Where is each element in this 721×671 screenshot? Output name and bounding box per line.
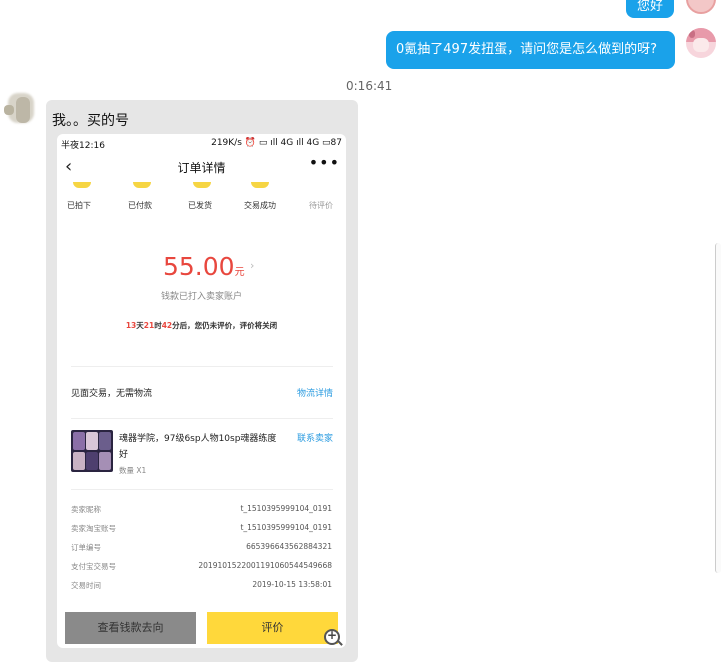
amount-status: 钱款已打入卖家账户	[160, 292, 242, 302]
phone-status-bar: 半夜12:16 219K/s ⏰ ▭ ıll 4G ıll 4G ▭87	[57, 134, 346, 154]
avatar-other-user[interactable]	[4, 91, 40, 127]
info-key: 卖家昵称	[71, 505, 101, 514]
logistics-link: 物流详情	[296, 389, 333, 399]
message-bubble-greeting: 您好	[626, 0, 674, 18]
order-screenshot-image[interactable]: 半夜12:16 219K/s ⏰ ▭ ıll 4G ıll 4G ▭87 ‹ 订…	[57, 134, 346, 648]
zoom-in-icon[interactable]	[324, 628, 343, 646]
product-name: 魂器学院，97级6sp人物10sp魂器练度好	[119, 434, 277, 460]
message-reply-text: 我。。买的号	[52, 113, 129, 129]
more-dots-icon: •••	[308, 153, 340, 172]
info-key: 支付宝交易号	[71, 562, 116, 571]
divider	[71, 489, 333, 490]
avatar-self-top[interactable]	[686, 0, 716, 14]
info-key: 卖家淘宝账号	[71, 524, 116, 533]
phone-nav-bar: ‹ 订单详情 •••	[57, 153, 346, 182]
chat-scrollbar[interactable]	[715, 243, 721, 573]
message-bubble-question: 0氪抽了497发扭蛋，请问您是怎么做到的呀?	[386, 31, 675, 69]
step-label: 已付款	[128, 201, 152, 210]
step-label: 已发货	[188, 201, 212, 210]
status-time: 半夜12:16	[61, 141, 105, 151]
rating-countdown: 13天21时42分后，您仍未评价，评价将关闭	[125, 321, 278, 330]
info-value: 665396643562884321	[246, 542, 332, 551]
info-value: t_1510395999104_0191	[240, 523, 332, 532]
step-dot	[133, 182, 151, 188]
step-dot	[251, 182, 269, 188]
info-value: 2019101522001191060544549668	[198, 561, 332, 570]
view-money-flow-button: 查看钱款去向	[65, 612, 196, 644]
info-key: 交易时间	[71, 581, 101, 590]
step-label: 待评价	[309, 201, 333, 210]
page-title: 订单详情	[177, 161, 226, 175]
divider	[71, 418, 333, 419]
step-dot	[193, 182, 211, 188]
amount-value: 55.00元	[163, 252, 245, 281]
divider	[71, 366, 333, 367]
avatar-self[interactable]	[686, 28, 716, 58]
step-label: 已拍下	[67, 201, 91, 210]
info-value: t_1510395999104_0191	[240, 504, 332, 513]
status-indicators: 219K/s ⏰ ▭ ıll 4G ıll 4G ▭87	[211, 138, 342, 148]
product-thumbnail	[71, 430, 113, 472]
delivery-label: 见面交易，无需物流	[71, 389, 153, 399]
step-dot	[73, 182, 91, 188]
message-timestamp: 0:16:41	[346, 79, 393, 93]
chevron-right-icon: ›	[250, 259, 255, 272]
rate-button: 评价	[207, 612, 338, 644]
product-quantity: 数量 X1	[119, 466, 147, 475]
step-label: 交易成功	[244, 201, 276, 210]
contact-seller-link: 联系卖家	[296, 434, 333, 444]
info-key: 订单编号	[71, 543, 101, 552]
info-value: 2019-10-15 13:58:01	[252, 580, 332, 589]
